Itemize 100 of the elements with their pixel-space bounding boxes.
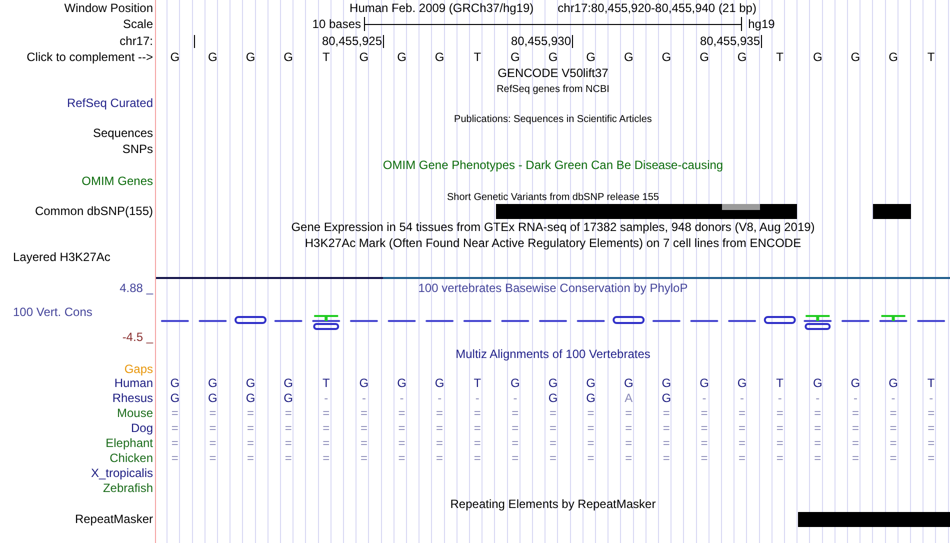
species-label[interactable]: Rhesus [112, 391, 153, 405]
alignment-base: G [282, 391, 294, 406]
alignment-base: = [738, 421, 747, 436]
base-letter[interactable]: G [610, 49, 648, 65]
alignment-base: = [246, 451, 256, 466]
alignment-base: = [472, 421, 482, 436]
alignment-base: T [926, 376, 936, 391]
alignment-base: = [472, 436, 482, 451]
alignment-base: = [850, 406, 860, 421]
alignment-base: - [852, 391, 858, 406]
base-letter[interactable]: G [798, 49, 837, 65]
base-letter[interactable]: T [307, 49, 346, 65]
scale-length: 10 bases [312, 16, 361, 33]
track-label[interactable]: OMIM Genes [82, 174, 153, 188]
alignment-base: = [435, 451, 444, 466]
alignment-base: = [888, 421, 898, 436]
alignment-base: = [435, 436, 444, 451]
base-letter[interactable]: G [345, 49, 383, 65]
base-letter[interactable]: G [685, 49, 724, 65]
alignment-base: = [926, 436, 936, 451]
track-label[interactable]: Sequences [92, 126, 153, 140]
alignment-base: - [360, 391, 367, 406]
species-label[interactable]: Dog [130, 421, 153, 435]
alignment-base: G [244, 376, 256, 391]
base-letter[interactable]: G [156, 49, 194, 65]
ruler-position: 80,455,925 [322, 33, 382, 49]
alignment-base: - [512, 391, 518, 406]
base-letter[interactable]: G [269, 49, 308, 65]
base-letter[interactable]: T [912, 49, 950, 65]
base-letter[interactable]: G [836, 49, 874, 65]
track-label[interactable]: 100 Vert. Cons [0, 297, 156, 327]
base-letter[interactable]: G [382, 49, 421, 65]
alignment-base: = [700, 421, 709, 436]
alignment-base: = [170, 421, 180, 436]
ruler-position: 80,455,935 [700, 33, 760, 49]
alignment-base: = [359, 451, 368, 466]
alignment-base: G [547, 391, 559, 406]
base-letter[interactable]: G [723, 49, 761, 65]
base-letter[interactable]: G [496, 49, 534, 65]
alignment-base: G [585, 391, 596, 406]
ruler-tick [383, 35, 384, 48]
alignment-base: = [284, 406, 293, 421]
species-label[interactable]: X_tropicalis [90, 466, 153, 480]
alignment-base: A [624, 391, 634, 406]
base-letter[interactable]: G [232, 49, 270, 65]
alignment-base: G [660, 391, 672, 406]
alignment-base: = [284, 421, 293, 436]
axis-min-label: -4.5 _ [121, 329, 154, 346]
alignment-base: = [813, 406, 822, 421]
alignment-base: - [890, 391, 896, 406]
base-letter[interactable]: G [194, 49, 232, 65]
species-label[interactable]: Chicken [110, 451, 153, 465]
base-letter[interactable]: G [572, 49, 610, 65]
repeat-bar[interactable] [798, 512, 950, 527]
alignment-base: - [928, 391, 934, 406]
alignment-base: = [548, 406, 558, 421]
track-label[interactable]: Layered H3K27Ac [13, 250, 110, 264]
alignment-base: - [323, 391, 330, 406]
alignment-base: G [850, 376, 862, 391]
alignment-base: = [738, 406, 747, 421]
alignment-base: = [850, 451, 860, 466]
alignment-base: G [547, 376, 559, 391]
alignment-base: = [624, 436, 634, 451]
alignment-base: = [170, 451, 180, 466]
alignment-base: - [436, 391, 443, 406]
track-title: GENCODE V50lift37 [498, 66, 608, 80]
alignment-base: = [548, 451, 558, 466]
alignment-base: = [775, 451, 784, 466]
track-label[interactable]: RepeatMasker [74, 512, 153, 526]
alignment-base: - [474, 391, 480, 406]
base-letter[interactable]: T [760, 49, 799, 65]
alignment-base: = [322, 406, 331, 421]
species-label[interactable]: Human [114, 376, 153, 390]
track-label[interactable]: Common dbSNP(155) [34, 204, 153, 218]
variant-bar[interactable] [496, 204, 797, 219]
alignment-base: T [775, 376, 785, 391]
base-letter[interactable]: G [874, 49, 912, 65]
track-label[interactable]: RefSeq Curated [66, 96, 153, 110]
species-label[interactable]: Elephant [106, 436, 153, 450]
track-label[interactable]: SNPs [122, 142, 153, 156]
alignment-base: = [926, 421, 936, 436]
base-letter[interactable]: G [648, 49, 686, 65]
alignment-base: = [322, 421, 331, 436]
alignment-base: - [739, 391, 746, 406]
row-label: Scale [122, 17, 153, 31]
species-label[interactable]: Zebrafish [102, 481, 153, 495]
track-title: Repeating Elements by RepeatMasker [450, 497, 656, 511]
base-letter[interactable]: G [534, 49, 572, 65]
alignment-base: = [700, 436, 709, 451]
alignment-base: = [624, 421, 634, 436]
alignment-base: G [169, 376, 181, 391]
alignment-base: = [359, 436, 368, 451]
ruler-position: 80,455,930 [510, 33, 571, 49]
complement-link[interactable]: Click to complement --> [26, 50, 153, 64]
alignment-base: = [813, 451, 822, 466]
alignment-base: G [358, 376, 370, 391]
alignment-base: G [660, 376, 672, 391]
species-label[interactable]: Mouse [116, 406, 153, 420]
base-letter[interactable]: G [420, 49, 458, 65]
base-letter[interactable]: T [458, 49, 496, 65]
